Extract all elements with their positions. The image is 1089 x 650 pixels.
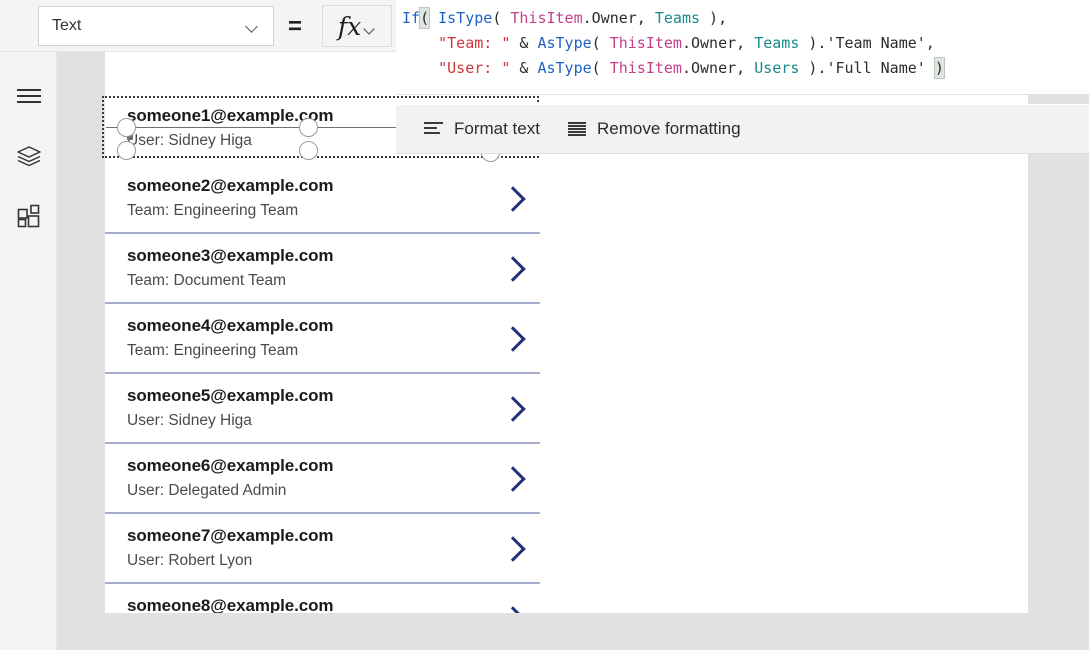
chevron-right-icon[interactable] — [503, 603, 520, 613]
gallery-item-title: someone7@example.com — [127, 526, 334, 545]
formula-bar-panel[interactable]: If( IsType( ThisItem.Owner, Teams ), "Te… — [396, 0, 1089, 95]
formula-token: .Owner, — [681, 59, 755, 77]
fx-icon: fx — [337, 11, 362, 41]
gallery-item[interactable]: someone3@example.com Team: Document Team — [105, 234, 540, 304]
formula-token: ThisItem — [510, 9, 583, 27]
gallery-item-title: someone5@example.com — [127, 386, 334, 405]
gallery-item[interactable]: someone6@example.com User: Delegated Admi… — [105, 444, 540, 514]
formula-token — [429, 9, 438, 27]
chevron-right-icon[interactable] — [503, 183, 520, 213]
gallery-item-subtitle: User: Sidney Higa — [127, 412, 252, 429]
fx-button[interactable]: fx — [322, 5, 392, 47]
toolbar-item-label: Format text — [454, 119, 540, 138]
gallery-item-title: someone3@example.com — [127, 246, 334, 265]
chevron-down-icon — [365, 25, 376, 32]
formula-token: Teams — [754, 34, 800, 52]
formula-token: "Team: " — [438, 34, 511, 52]
gallery-item-subtitle: User: Delegated Admin — [127, 482, 287, 499]
formula-line: If( IsType( ThisItem.Owner, Teams ), — [402, 6, 1079, 31]
formula-line: "Team: " & AsType( ThisItem.Owner, Teams… — [402, 31, 1079, 56]
format-text-icon — [424, 122, 443, 136]
formula-token: If — [402, 9, 421, 27]
chevron-right-icon[interactable] — [503, 253, 520, 283]
gallery-item-subtitle: Team: Engineering Team — [127, 202, 299, 219]
formula-token: ).'Full Name' — [799, 59, 935, 77]
formula-editor[interactable]: If( IsType( ThisItem.Owner, Teams ), "Te… — [396, 0, 1089, 94]
components-grid-icon — [17, 204, 39, 228]
powerapps-studio-window: Text = fx someone1@example.com User: Sid… — [0, 0, 1089, 650]
left-rail — [0, 52, 57, 650]
gallery-item-subtitle: Team: Document Team — [127, 272, 287, 289]
formula-token: Users — [754, 59, 800, 77]
chevron-right-icon[interactable] — [503, 463, 520, 493]
formula-token — [402, 59, 438, 77]
gallery-item-subtitle: Team: Engineering Team — [127, 342, 299, 359]
property-select[interactable]: Text — [38, 6, 274, 46]
formula-token: Teams — [654, 9, 701, 27]
gallery-item-title: someone2@example.com — [127, 176, 334, 195]
sidebar-item-tree-view[interactable] — [0, 130, 57, 182]
chevron-right-icon[interactable] — [503, 533, 520, 563]
formula-token — [402, 34, 438, 52]
remove-formatting-icon — [567, 121, 586, 137]
gallery-item[interactable]: someone7@example.com User: Robert Lyon — [105, 514, 540, 584]
resize-handle-bottom-left[interactable] — [117, 141, 136, 160]
resize-handle-bottom-center[interactable] — [299, 141, 318, 160]
formula-token: AsType — [537, 34, 592, 52]
remove-formatting-button[interactable]: Remove formatting — [554, 105, 755, 153]
formula-token: ).'Team Name', — [799, 34, 935, 52]
formula-token: ), — [700, 9, 728, 27]
property-select-value: Text — [52, 17, 82, 34]
toolbar-item-label: Remove formatting — [596, 119, 741, 138]
gallery-item-title: someone4@example.com — [127, 316, 334, 335]
gallery-item[interactable]: someone4@example.com Team: Engineering Te… — [105, 304, 540, 374]
formula-token: "User: " — [438, 59, 511, 77]
sidebar-item-insert[interactable] — [0, 190, 57, 242]
formula-token: ( — [591, 59, 610, 77]
resize-handle-middle-left[interactable] — [117, 118, 136, 137]
equals-sign: = — [288, 13, 303, 40]
formula-token: .Owner, — [681, 34, 755, 52]
formula-token: ( — [492, 9, 511, 27]
formula-token: ThisItem — [609, 59, 682, 77]
formula-token: AsType — [537, 59, 592, 77]
hamburger-menu-icon — [16, 89, 41, 103]
gallery-item-subtitle: User: Robert Lyon — [127, 552, 253, 569]
chevron-right-icon[interactable] — [503, 393, 520, 423]
gallery-item-title: someone6@example.com — [127, 456, 334, 475]
chevron-down-icon — [246, 22, 259, 30]
formula-token: ( — [591, 34, 610, 52]
format-toolbar: Format text Remove formatting — [396, 104, 1089, 154]
formula-line: "User: " & AsType( ThisItem.Owner, Users… — [402, 56, 1079, 81]
resize-handle-middle-center[interactable] — [299, 118, 318, 137]
format-text-button[interactable]: Format text — [410, 105, 554, 153]
gallery-item[interactable]: someone5@example.com User: Sidney Higa — [105, 374, 540, 444]
formula-token: ThisItem — [609, 34, 682, 52]
formula-token: ) — [933, 57, 945, 79]
gallery-item[interactable]: someone8@example.com — [105, 584, 540, 613]
formula-token: & — [510, 59, 538, 77]
gallery-item[interactable]: someone2@example.com Team: Engineering Te… — [105, 164, 540, 234]
formula-token: IsType — [438, 9, 493, 27]
chevron-right-icon[interactable] — [503, 323, 520, 353]
layers-icon — [16, 146, 41, 167]
formula-token: & — [510, 34, 538, 52]
gallery-control[interactable]: someone1@example.com User: Sidney Higa som… — [105, 94, 540, 613]
formula-token: .Owner, — [582, 9, 655, 27]
gallery-item-title: someone8@example.com — [127, 596, 334, 613]
sidebar-item-menu[interactable] — [0, 70, 57, 122]
